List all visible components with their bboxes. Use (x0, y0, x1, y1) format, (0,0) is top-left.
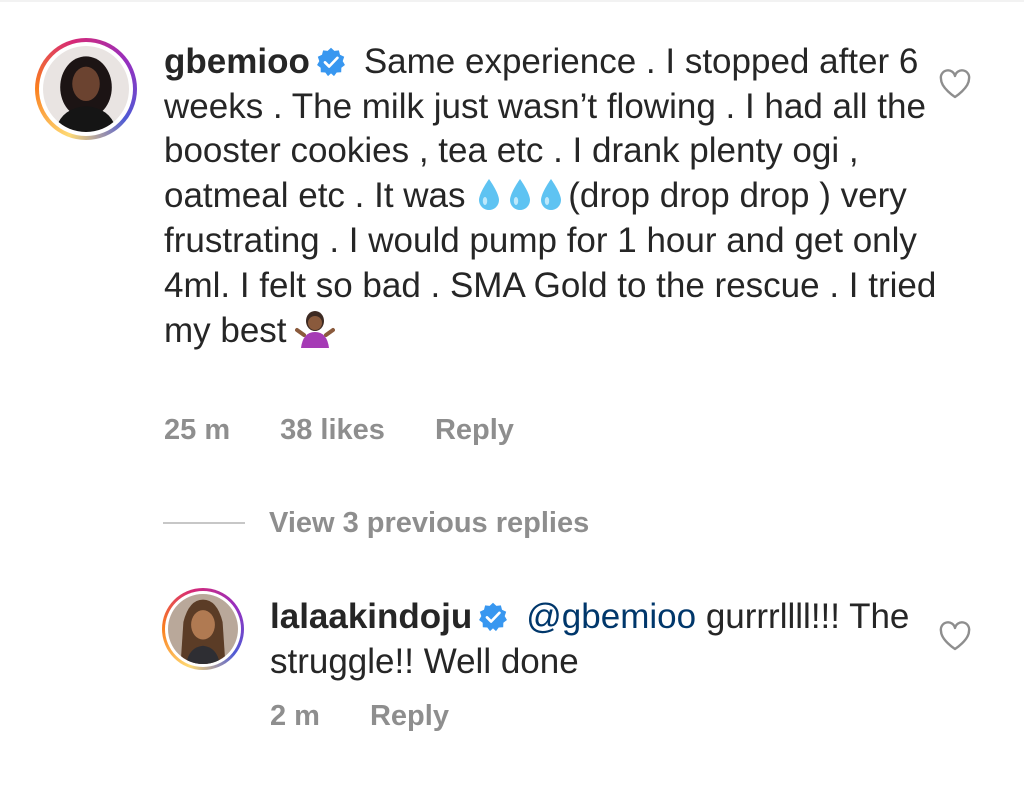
reply-mention-link[interactable]: @gbemioo (526, 597, 696, 636)
reply-button[interactable]: Reply (435, 414, 514, 446)
avatar-lalaakindoju[interactable] (162, 588, 244, 670)
likes-count[interactable]: 38 likes (280, 414, 385, 446)
shrug-emoji (294, 308, 335, 349)
comment-text: gbemioo Same experience . I stopped after… (164, 40, 944, 354)
droplet-emoji (537, 177, 565, 213)
comment-meta: 25 m 38 likes Reply (164, 414, 564, 447)
reply-meta: 2 m Reply (270, 700, 499, 733)
reply-username[interactable]: lalaakindoju (270, 597, 472, 636)
avatar-gbemioo[interactable] (35, 38, 137, 140)
replies-divider-line (163, 522, 245, 524)
verified-badge-icon (316, 47, 346, 77)
view-previous-replies[interactable]: View 3 previous replies (163, 503, 589, 543)
droplet-emoji (475, 177, 503, 213)
verified-badge-icon (478, 602, 508, 632)
reply-button[interactable]: Reply (370, 700, 449, 732)
droplet-emoji (506, 177, 534, 213)
like-heart-icon[interactable] (938, 620, 972, 652)
comment-timestamp: 25 m (164, 414, 231, 446)
top-divider (0, 0, 1024, 2)
comment-username[interactable]: gbemioo (164, 42, 310, 81)
like-heart-icon[interactable] (938, 68, 972, 100)
reply-timestamp: 2 m (270, 700, 320, 732)
view-replies-label[interactable]: View 3 previous replies (269, 507, 589, 540)
reply-text: lalaakindoju @gbemioo gurrrllll!!! The st… (270, 595, 910, 684)
